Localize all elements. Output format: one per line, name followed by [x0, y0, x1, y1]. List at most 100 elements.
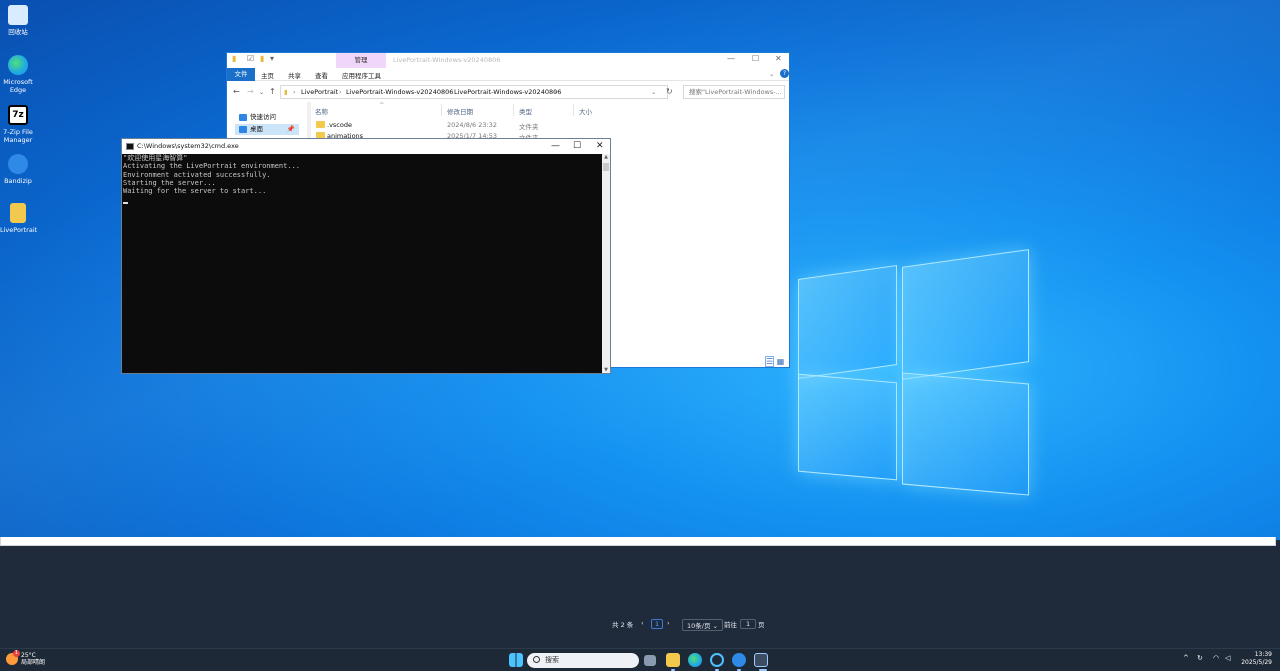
ribbon-expand-icon[interactable]: ⌄: [769, 70, 774, 78]
cmd-icon: [126, 143, 134, 150]
text-cursor: [123, 201, 128, 204]
address-dropdown-icon[interactable]: ⌄: [651, 86, 656, 98]
pagination-prev-button[interactable]: ‹: [641, 619, 644, 627]
desktop-icon-bandizip[interactable]: Bandizip: [0, 154, 36, 185]
help-icon[interactable]: ?: [780, 69, 789, 78]
taskbar-search[interactable]: 搜索: [527, 653, 639, 668]
minimize-button[interactable]: —: [551, 139, 560, 154]
clock-date: 2025/5/29: [1241, 659, 1272, 666]
console-line: Activating the LivePortrait environment.…: [123, 162, 301, 171]
details-view-icon[interactable]: ☰: [765, 356, 775, 367]
cmd-title: C:\Windows\system32\cmd.exe: [137, 142, 239, 150]
column-modified[interactable]: 修改日期: [447, 106, 473, 116]
pagination-page-1[interactable]: 1: [651, 619, 664, 629]
cmd-scrollbar[interactable]: ▲ ▼: [602, 154, 610, 373]
view-toggle: ☰ ▦: [765, 356, 785, 367]
column-name[interactable]: 名称: [315, 106, 328, 116]
properties-icon[interactable]: ☑: [247, 54, 254, 63]
console-line: Waiting for the server to start...: [123, 187, 267, 196]
folder-icon: [10, 203, 26, 223]
column-type[interactable]: 类型: [519, 106, 532, 116]
goto-page-input[interactable]: 1: [740, 619, 757, 629]
start-button[interactable]: [509, 653, 523, 667]
volume-icon[interactable]: ◁: [1225, 654, 1230, 662]
background-app-frame: [0, 537, 1276, 546]
background-app-window: [0, 540, 1280, 648]
desktop-icon-liveportrait[interactable]: LivePortrait: [0, 203, 37, 234]
sidebar-item-desktop[interactable]: 桌面 📌: [235, 124, 299, 135]
column-size[interactable]: 大小: [579, 106, 592, 116]
page-size-select[interactable]: 10条/页 ⌄: [682, 619, 723, 631]
file-row[interactable]: .vscode 2024/8/6 23:32 文件夹: [311, 120, 789, 131]
wifi-icon[interactable]: ◠: [1213, 654, 1219, 662]
clock-time: 13:39: [1254, 651, 1272, 658]
explorer-navbar: ← → ⌄ ↑ ▮ › LivePortrait › LivePortrait-…: [227, 83, 789, 101]
console-line: "欢迎使用星海智算": [123, 154, 188, 162]
maximize-button[interactable]: ☐: [752, 54, 759, 63]
edge-taskbar-icon[interactable]: [688, 653, 702, 667]
explorer-title: LivePortrait-Windows-v20240806: [393, 56, 501, 64]
context-tab-manage[interactable]: 管理: [336, 53, 386, 68]
system-clock[interactable]: 13:39 2025/5/29: [1240, 651, 1272, 667]
breadcrumb-item[interactable]: LivePortrait: [301, 86, 338, 98]
file-explorer-taskbar-icon[interactable]: [666, 653, 680, 667]
weather-temp: 25°C: [21, 652, 36, 659]
close-button[interactable]: ✕: [775, 54, 782, 63]
breadcrumb-item[interactable]: LivePortrait-Windows-v20240806: [454, 86, 561, 98]
folder-icon: ▮: [284, 88, 288, 96]
page-suffix: 页: [758, 621, 765, 629]
sync-icon[interactable]: ↻: [1197, 654, 1203, 662]
show-hidden-icons[interactable]: ^: [1183, 654, 1189, 662]
pagination-next-button[interactable]: ›: [667, 619, 670, 627]
pagination-total: 共 2 条: [612, 621, 634, 629]
forward-arrow-icon[interactable]: →: [247, 87, 254, 96]
bandizip-icon: [8, 154, 28, 174]
scrollbar-thumb[interactable]: [603, 163, 609, 171]
new-folder-icon[interactable]: ▮: [260, 54, 264, 63]
tab-home[interactable]: 主页: [261, 70, 274, 80]
weather-badge: 1: [13, 650, 20, 657]
pagination: 共 2 条 ‹ 1 › 10条/页 ⌄ 前往 1 页: [0, 619, 1280, 631]
bandizip-taskbar-icon[interactable]: [732, 653, 746, 667]
sidebar-item-quick-access[interactable]: 快速访问: [235, 112, 299, 123]
goto-label: 前往: [724, 621, 737, 629]
desktop-icon-7zip[interactable]: 7z 7-Zip File Manager: [0, 105, 36, 144]
desktop-icon-recycle-bin[interactable]: 回收站: [0, 5, 36, 36]
large-icons-view-icon[interactable]: ▦: [777, 357, 785, 366]
tab-share[interactable]: 共享: [288, 70, 301, 80]
tab-app-tools[interactable]: 应用程序工具: [342, 70, 381, 80]
taskbar: 1 25°C 局部晴朗 搜索 ^ ↻ ◠ ◁ 13:39 2025/5/29: [0, 648, 1280, 671]
edge-icon: [8, 55, 28, 75]
tab-file[interactable]: 文件: [227, 68, 255, 81]
search-icon: [533, 656, 540, 663]
recent-dropdown-icon[interactable]: ⌄: [259, 89, 264, 96]
scroll-down-icon[interactable]: ▼: [602, 367, 610, 373]
weather-desc: 局部晴朗: [21, 659, 46, 666]
browser-taskbar-icon[interactable]: [710, 653, 724, 667]
sort-up-icon: ^: [379, 101, 385, 109]
pin-icon: 📌: [286, 125, 295, 133]
folder-icon: ▮: [232, 54, 237, 63]
minimize-button[interactable]: —: [727, 54, 735, 63]
search-input[interactable]: 搜索"LivePortrait-Windows-...: [683, 85, 785, 99]
cmd-taskbar-icon[interactable]: [754, 653, 768, 667]
desktop-icon: [239, 126, 247, 133]
up-arrow-icon[interactable]: ↑: [269, 87, 276, 96]
close-button[interactable]: ✕: [596, 139, 604, 154]
explorer-titlebar: ▮ ☑ ▮ ▾ 管理 LivePortrait-Windows-v2024080…: [227, 53, 789, 68]
console-line: Starting the server...: [123, 178, 216, 187]
back-arrow-icon[interactable]: ←: [233, 87, 240, 96]
tab-view[interactable]: 查看: [315, 70, 328, 80]
maximize-button[interactable]: ☐: [573, 139, 581, 154]
cmd-window: C:\Windows\system32\cmd.exe — ☐ ✕ "欢迎使用星…: [121, 138, 611, 374]
console-line: Environment activated successfully.: [123, 170, 271, 179]
task-view-icon[interactable]: [644, 655, 656, 666]
console-output[interactable]: "欢迎使用星海智算" Activating the LivePortrait en…: [122, 154, 602, 373]
desktop-icon-edge[interactable]: Microsoft Edge: [0, 55, 36, 94]
quick-access-dropdown-icon[interactable]: ▾: [270, 54, 274, 63]
breadcrumb-item[interactable]: LivePortrait-Windows-v20240806: [346, 86, 453, 98]
address-bar[interactable]: ▮ › LivePortrait › LivePortrait-Windows-…: [280, 85, 668, 99]
refresh-icon[interactable]: ↻: [666, 87, 673, 96]
scroll-up-icon[interactable]: ▲: [602, 154, 610, 160]
folder-icon: [316, 121, 325, 128]
